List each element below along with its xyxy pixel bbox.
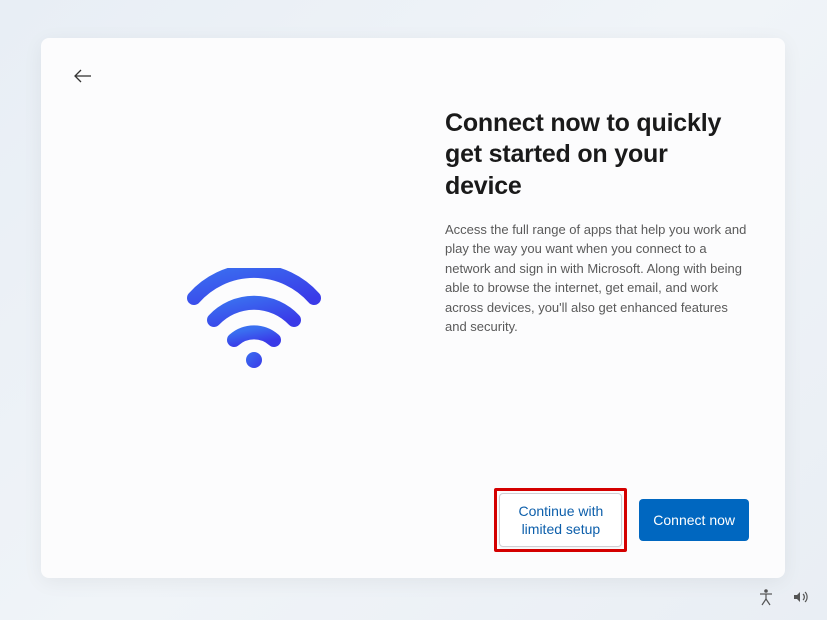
text-column: Connect now to quickly get started on yo… xyxy=(439,90,749,552)
back-button[interactable] xyxy=(69,62,97,90)
continue-limited-setup-button[interactable]: Continue withlimited setup xyxy=(499,493,622,547)
accessibility-icon[interactable] xyxy=(757,588,775,606)
wifi-icon xyxy=(184,268,324,368)
button-row: Continue withlimited setup Connect now xyxy=(494,488,749,552)
page-title: Connect now to quickly get started on yo… xyxy=(445,108,749,202)
content-area: Connect now to quickly get started on yo… xyxy=(69,90,749,552)
connect-now-button[interactable]: Connect now xyxy=(639,499,749,541)
volume-icon[interactable] xyxy=(791,588,809,606)
taskbar-icons xyxy=(757,588,809,606)
back-arrow-icon xyxy=(73,68,93,84)
description-text: Access the full range of apps that help … xyxy=(445,220,749,337)
highlight-annotation: Continue withlimited setup xyxy=(494,488,627,552)
setup-card: Connect now to quickly get started on yo… xyxy=(41,38,785,578)
illustration-column xyxy=(69,90,439,552)
